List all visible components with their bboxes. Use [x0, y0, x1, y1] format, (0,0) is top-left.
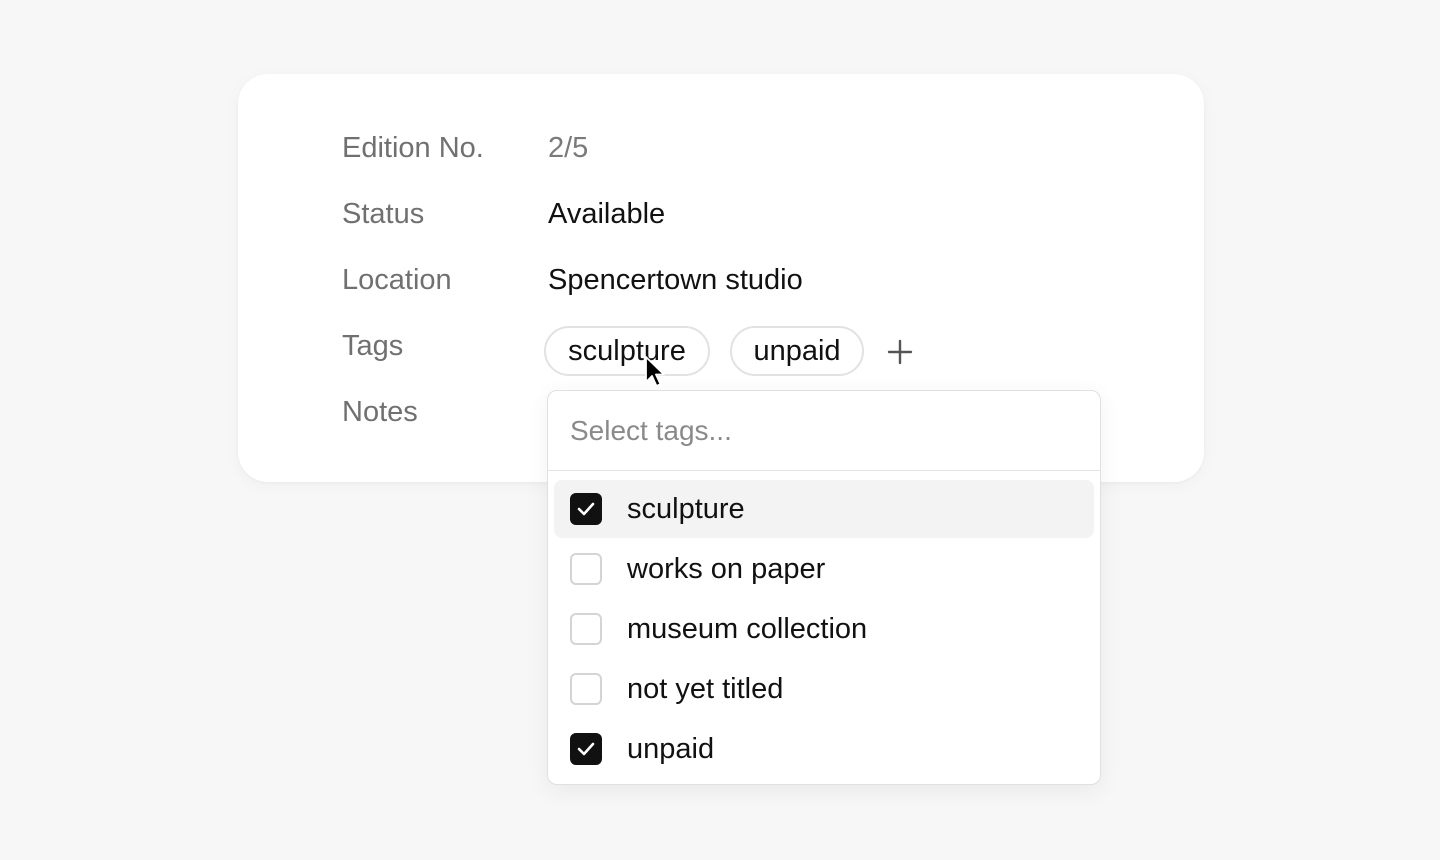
tag-option-sculpture[interactable]: sculpture — [554, 480, 1094, 538]
plus-icon — [887, 339, 913, 365]
edition-label: Edition No. — [342, 131, 484, 164]
tags-label: Tags — [342, 329, 404, 362]
status-label: Status — [342, 197, 425, 230]
tag-option-works-on-paper[interactable]: works on paper — [554, 540, 1094, 598]
tag-search — [548, 391, 1100, 471]
tags-row: Tags — [342, 326, 548, 366]
edition-value[interactable]: 2/5 — [548, 132, 588, 165]
checkbox-unchecked[interactable] — [570, 613, 602, 645]
notes-label: Notes — [342, 395, 418, 428]
tag-option-unpaid[interactable]: unpaid — [554, 720, 1094, 778]
location-label: Location — [342, 263, 452, 296]
tag-option-label: unpaid — [627, 732, 715, 765]
status-row: Status Available — [342, 194, 665, 234]
checkbox-checked[interactable] — [570, 733, 602, 765]
tag-search-input[interactable] — [548, 391, 1100, 471]
check-icon — [577, 502, 595, 516]
location-value[interactable]: Spencertown studio — [548, 264, 803, 297]
add-tag-button[interactable] — [884, 336, 916, 368]
tag-option-label: not yet titled — [627, 672, 784, 705]
tag-option-label: works on paper — [627, 552, 826, 585]
checkbox-unchecked[interactable] — [570, 553, 602, 585]
tag-chip-unpaid[interactable]: unpaid — [730, 326, 864, 376]
tag-option-label: museum collection — [627, 612, 868, 645]
checkbox-checked[interactable] — [570, 493, 602, 525]
tag-option-label: sculpture — [627, 492, 745, 525]
checkbox-unchecked[interactable] — [570, 673, 602, 705]
tag-chip-sculpture[interactable]: sculpture — [544, 326, 710, 376]
tag-dropdown: sculpture works on paper museum collecti… — [547, 390, 1101, 785]
check-icon — [577, 742, 595, 756]
tag-option-not-yet-titled[interactable]: not yet titled — [554, 660, 1094, 718]
status-value[interactable]: Available — [548, 198, 665, 231]
edition-row: Edition No. 2/5 — [342, 128, 588, 168]
notes-row: Notes — [342, 392, 548, 432]
location-row: Location Spencertown studio — [342, 260, 803, 300]
tag-option-museum-collection[interactable]: museum collection — [554, 600, 1094, 658]
